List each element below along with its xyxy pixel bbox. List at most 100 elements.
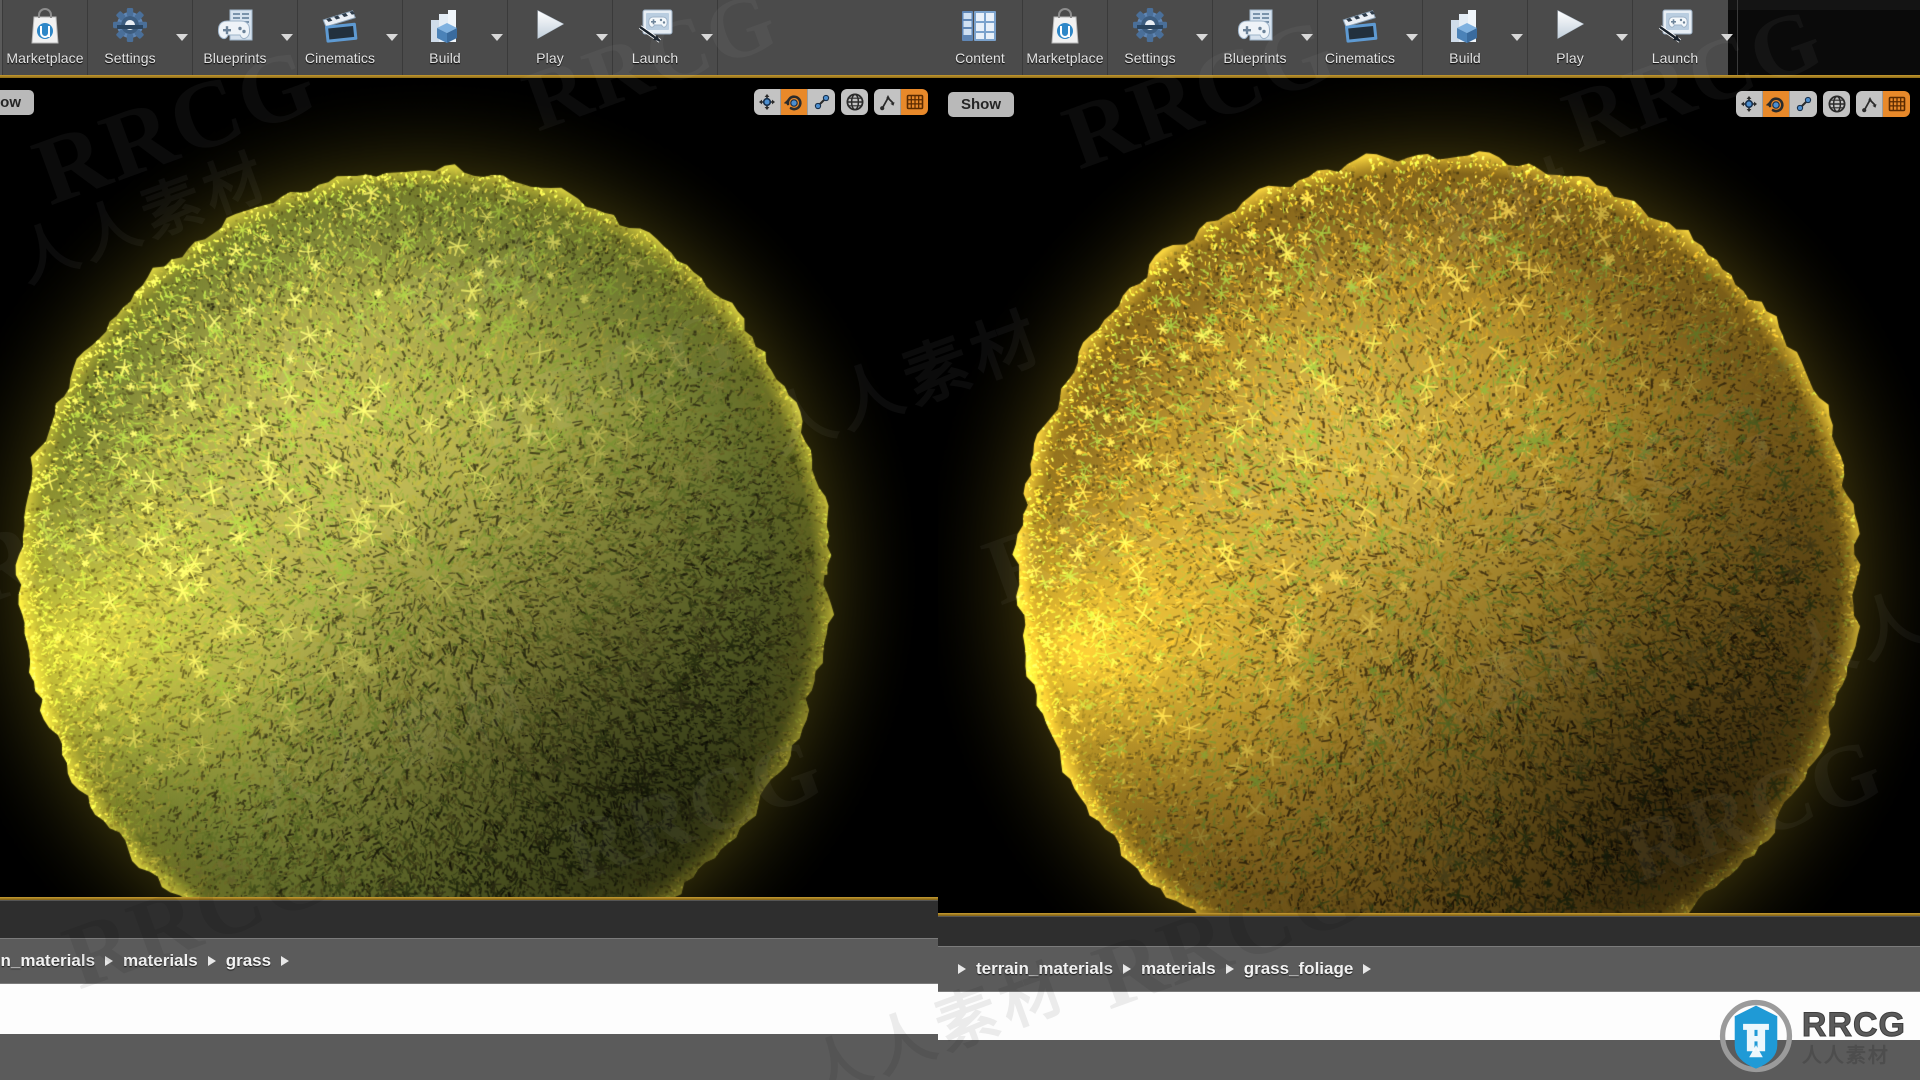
left-breadcrumb-separator-end[interactable] (281, 956, 290, 966)
toolbar-button-content[interactable]: Content (0, 0, 2, 75)
toolbar-dropdown-cinematics[interactable] (382, 0, 402, 75)
toolbar-dropdown-settings[interactable] (172, 0, 192, 75)
toolbar-group-content: Content (938, 0, 1023, 75)
toolbar-button-label: Marketplace (1026, 50, 1104, 66)
right-breadcrumb-separator-end[interactable] (1363, 964, 1372, 974)
left-breadcrumb-separator-1[interactable] (105, 956, 114, 966)
toolbar-dropdown-settings[interactable] (1192, 0, 1212, 75)
right-breadcrumb-separator-1[interactable] (1123, 964, 1132, 974)
blueprints-gamepad-icon (1233, 6, 1277, 48)
toolbar-button-label: Settings (1124, 50, 1176, 66)
toolbar-dropdown-build[interactable] (1507, 0, 1527, 75)
left-rotate-button[interactable] (781, 89, 808, 115)
toolbar-button-content[interactable]: Content (938, 0, 1022, 75)
screenshot-root: Content Marketplace Settings (0, 0, 1920, 1080)
settings-gear-icon (1128, 6, 1172, 48)
toolbar-button-cinematics[interactable]: Cinematics (298, 0, 382, 75)
toolbar-dropdown-build[interactable] (487, 0, 507, 75)
left-bottom-grey-strip (0, 1034, 938, 1080)
toolbar-button-play[interactable]: Play (1528, 0, 1612, 75)
rrcg-logo-mark-icon (1719, 999, 1792, 1073)
toolbar-dropdown-play[interactable] (1612, 0, 1632, 75)
marketplace-bag-icon (1043, 6, 1087, 48)
toolbar-button-cinematics[interactable]: Cinematics (1318, 0, 1402, 75)
right-breadcrumb-item[interactable]: materials (1141, 959, 1216, 979)
toolbar-button-launch[interactable]: Launch (613, 0, 697, 75)
toolbar-button-blueprints[interactable]: Blueprints (193, 0, 277, 75)
play-triangle-icon (528, 6, 572, 48)
left-snap-joint-button[interactable] (874, 89, 901, 115)
right-viewport[interactable]: Show (938, 75, 1920, 930)
right-world-coordinate-button[interactable] (1823, 91, 1850, 117)
toolbar-button-blueprints[interactable]: Blueprints (1213, 0, 1297, 75)
right-translate-move-button[interactable] (1736, 91, 1763, 117)
toolbar-button-build[interactable]: Build (1423, 0, 1507, 75)
right-breadcrumb-separator-2[interactable] (1225, 964, 1234, 974)
grid-snap-icon (1887, 94, 1907, 114)
toolbar-button-label: Cinematics (1324, 50, 1396, 66)
rrcg-logo-primary: RRCG (1801, 1005, 1906, 1044)
right-show-button[interactable]: Show (948, 91, 1014, 117)
toolbar-dropdown-launch[interactable] (1717, 0, 1737, 75)
left-main-toolbar: Content Marketplace Settings (0, 0, 938, 75)
toolbar-group-marketplace: Marketplace (3, 0, 88, 75)
right-snap-joint-button[interactable] (1856, 91, 1883, 117)
snap-joint-icon (877, 92, 897, 112)
toolbar-button-settings[interactable]: Settings (88, 0, 172, 75)
toolbar-button-build[interactable]: Build (403, 0, 487, 75)
toolbar-group-blueprints: Blueprints (1213, 0, 1318, 75)
toolbar-dropdown-blueprints[interactable] (1297, 0, 1317, 75)
left-grid-snap-button[interactable] (901, 89, 928, 115)
toolbar-button-marketplace[interactable]: Marketplace (1023, 0, 1107, 75)
left-bottom-white-strip (0, 984, 938, 1034)
right-viewport-transform-tools (1736, 91, 1910, 117)
right-main-toolbar: Content Marketplace Settings Blueprints … (938, 0, 1738, 75)
marketplace-bag-icon (23, 6, 67, 48)
toolbar-button-settings[interactable]: Settings (1108, 0, 1192, 75)
right-coordinate-tool-group (1823, 91, 1850, 117)
right-breadcrumb-separator-0[interactable] (958, 964, 966, 974)
toolbar-button-launch[interactable]: Launch (1633, 0, 1717, 75)
left-scale-button[interactable] (808, 89, 835, 115)
left-coordinate-tool-group (841, 89, 868, 115)
world-coordinate-icon (845, 92, 865, 112)
toolbar-button-marketplace[interactable]: Marketplace (3, 0, 87, 75)
left-translate-move-button[interactable] (754, 89, 781, 115)
toolbar-dropdown-play[interactable] (592, 0, 612, 75)
left-breadcrumb-item[interactable]: grass (226, 951, 271, 971)
left-breadcrumb-item[interactable]: terrain_materials (0, 951, 95, 971)
toolbar-button-play[interactable]: Play (508, 0, 592, 75)
left-material-preview-canvas[interactable] (0, 75, 938, 920)
play-triangle-icon (1548, 6, 1592, 48)
right-editor-panel: Content Marketplace Settings Blueprints … (938, 0, 1920, 1080)
left-breadcrumb-item[interactable]: materials (123, 951, 198, 971)
right-scale-button[interactable] (1790, 91, 1817, 117)
rotate-icon (784, 92, 804, 112)
toolbar-dropdown-launch[interactable] (697, 0, 717, 75)
toolbar-dropdown-blueprints[interactable] (277, 0, 297, 75)
left-show-button[interactable]: Show (0, 89, 34, 115)
chevron-down-icon (1721, 34, 1733, 41)
right-breadcrumb-item[interactable]: grass_foliage (1244, 959, 1354, 979)
left-breadcrumb-separator-2[interactable] (207, 956, 216, 966)
right-grid-snap-button[interactable] (1883, 91, 1910, 117)
right-rotate-button[interactable] (1763, 91, 1790, 117)
right-breadcrumb-item[interactable]: terrain_materials (976, 959, 1113, 979)
right-material-preview-canvas[interactable] (938, 75, 1920, 930)
toolbar-button-label: Settings (104, 50, 156, 66)
toolbar-dropdown-cinematics[interactable] (1402, 0, 1422, 75)
toolbar-button-label: Launch (631, 50, 679, 66)
build-cubes-icon (1443, 6, 1487, 48)
chevron-down-icon (1511, 34, 1523, 41)
left-world-coordinate-button[interactable] (841, 89, 868, 115)
world-coordinate-icon (1827, 94, 1847, 114)
toolbar-group-cinematics: Cinematics (1318, 0, 1423, 75)
chevron-down-icon (1616, 34, 1628, 41)
left-viewport-transform-tools (754, 89, 928, 115)
grid-snap-icon (905, 92, 925, 112)
toolbar-group-cinematics: Cinematics (298, 0, 403, 75)
left-viewport[interactable]: Show (0, 75, 938, 920)
translate-move-icon (757, 92, 777, 112)
toolbar-button-label: Marketplace (6, 50, 84, 66)
blueprints-gamepad-icon (213, 6, 257, 48)
